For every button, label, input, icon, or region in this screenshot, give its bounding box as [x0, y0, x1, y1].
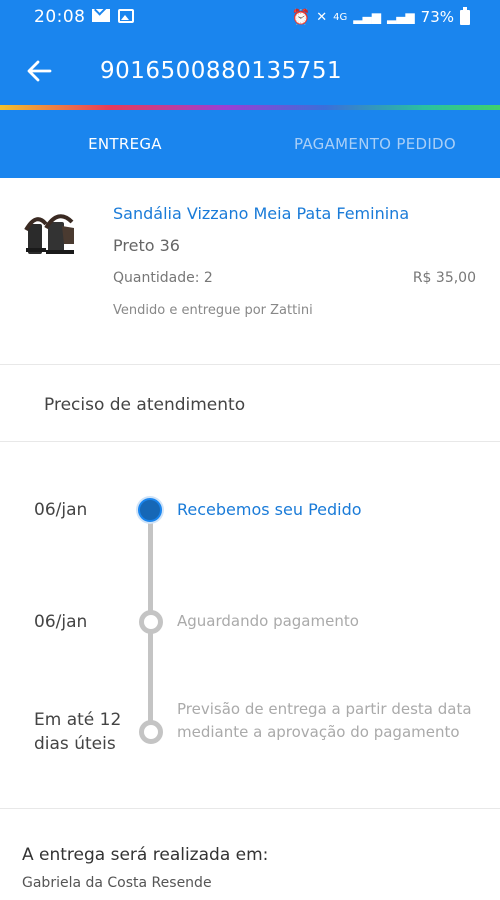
- product-seller: Vendido e entregue por Zattini: [113, 303, 313, 318]
- tab-pagamento-pedido[interactable]: PAGAMENTO PEDIDO: [250, 110, 500, 178]
- signal-icon-2: ▂▄▆: [386, 10, 415, 24]
- app-bar: 9016500880135751: [0, 36, 500, 106]
- tab-entrega[interactable]: ENTREGA: [0, 110, 250, 178]
- order-timeline: 06/jan Recebemos seu Pedido 06/jan Aguar…: [0, 442, 500, 809]
- status-bar: 20:08 ⏰ ✕ 4G ▂▄▆ ▂▄▆ 73%: [0, 0, 500, 36]
- timeline-date-2: 06/jan: [34, 612, 88, 632]
- battery-icon: [460, 6, 470, 25]
- order-number-title: 9016500880135751: [100, 58, 343, 84]
- help-label: Preciso de atendimento: [44, 395, 246, 415]
- alarm-icon: ⏰: [291, 8, 311, 26]
- product-variant: Preto 36: [113, 236, 180, 255]
- timeline-date-3: Em até 12 dias úteis: [34, 710, 122, 754]
- delivery-recipient: Gabriela da Costa Resende: [22, 875, 212, 891]
- timeline-step-1: Recebemos seu Pedido: [177, 500, 362, 519]
- timeline-dot-active: [138, 498, 162, 522]
- help-row[interactable]: Preciso de atendimento: [0, 365, 500, 442]
- product-image[interactable]: [24, 204, 76, 258]
- mute-icon: ✕: [316, 9, 328, 25]
- timeline-dot-pending: [139, 610, 163, 634]
- timeline-dot-pending-2: [139, 720, 163, 744]
- timeline-step-2: Aguardando pagamento: [177, 612, 359, 630]
- delivery-title: A entrega será realizada em:: [22, 845, 269, 865]
- network-type: 4G: [333, 11, 348, 23]
- timeline-step-3: Previsão de entrega a partir desta data …: [177, 700, 472, 741]
- product-name[interactable]: Sandália Vizzano Meia Pata Feminina: [113, 204, 409, 223]
- timeline-date-1: 06/jan: [34, 500, 88, 520]
- battery-level: 73%: [420, 8, 454, 26]
- product-price: R$ 35,00: [412, 270, 476, 286]
- delivery-section: A entrega será realizada em: Gabriela da…: [0, 809, 500, 900]
- status-time: 20:08: [34, 7, 86, 27]
- signal-icon: ▂▄▆: [353, 10, 381, 24]
- back-button[interactable]: [24, 56, 54, 86]
- tab-bar: ENTREGA PAGAMENTO PEDIDO: [0, 110, 500, 178]
- product-quantity: Quantidade: 2: [113, 270, 213, 286]
- product-card: Sandália Vizzano Meia Pata Feminina Pret…: [0, 178, 500, 365]
- image-icon: [118, 9, 134, 23]
- mail-icon: [92, 9, 110, 22]
- arrow-left-icon: [27, 60, 52, 82]
